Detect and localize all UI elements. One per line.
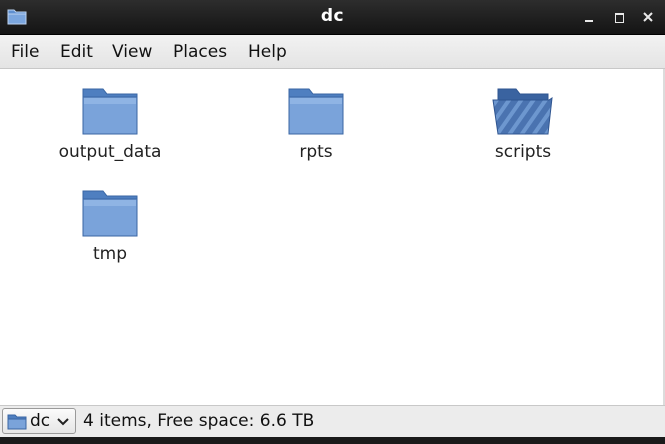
file-name: rpts xyxy=(299,142,333,162)
chevron-down-icon xyxy=(57,418,69,426)
file-item-scripts[interactable]: scripts xyxy=(463,86,583,162)
menu-view[interactable]: View xyxy=(112,42,152,62)
file-view[interactable]: output_data rpts scripts tmp xyxy=(0,69,665,405)
folder-icon xyxy=(82,88,138,135)
location-label: dc xyxy=(30,411,51,431)
menu-edit[interactable]: Edit xyxy=(60,42,93,62)
file-item-output-data[interactable]: output_data xyxy=(50,86,170,162)
minimize-icon xyxy=(585,20,593,22)
menu-places[interactable]: Places xyxy=(173,42,227,62)
menu-file[interactable]: File xyxy=(11,42,39,62)
maximize-icon xyxy=(615,13,624,23)
maximize-button[interactable] xyxy=(609,7,631,27)
file-name: tmp xyxy=(92,244,128,264)
file-item-tmp[interactable]: tmp xyxy=(50,188,170,264)
menu-help[interactable]: Help xyxy=(248,42,287,62)
close-button[interactable] xyxy=(637,7,659,27)
minimize-button[interactable] xyxy=(579,7,601,27)
location-dropdown[interactable]: dc xyxy=(2,408,76,434)
folder-scripts-icon xyxy=(492,88,553,135)
status-info: 4 items, Free space: 6.6 TB xyxy=(83,411,315,431)
title-bar[interactable]: dc xyxy=(0,0,665,35)
file-item-rpts[interactable]: rpts xyxy=(256,86,376,162)
folder-icon xyxy=(288,88,344,135)
window-title: dc xyxy=(320,6,345,26)
folder-icon xyxy=(82,190,138,237)
file-name: output_data xyxy=(58,142,162,162)
file-manager-window: dc File Edit View Places Help output_dat xyxy=(0,0,665,444)
status-bar: dc 4 items, Free space: 6.6 TB xyxy=(0,405,665,437)
folder-icon xyxy=(7,414,27,430)
close-icon xyxy=(643,12,653,22)
file-name: scripts xyxy=(494,142,552,162)
window-bottom-edge xyxy=(0,437,665,444)
menu-bar: File Edit View Places Help xyxy=(0,35,665,69)
